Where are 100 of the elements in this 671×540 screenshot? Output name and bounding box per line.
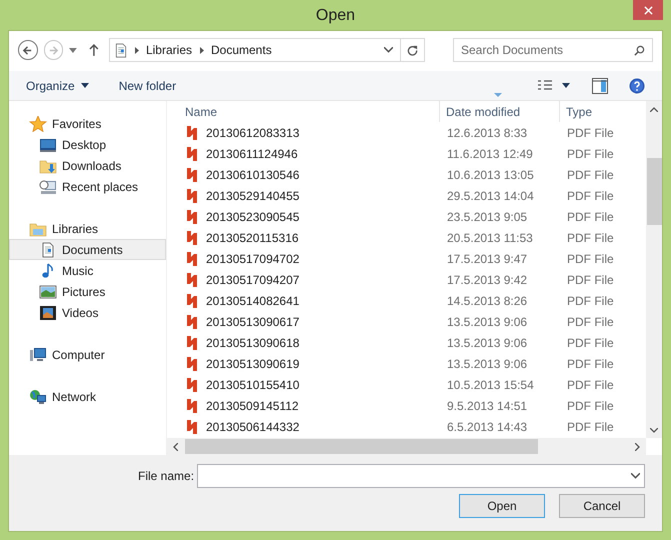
scroll-left-icon[interactable] — [173, 442, 178, 450]
file-type: PDF File — [566, 418, 614, 436]
navigation-item[interactable]: Desktop — [9, 134, 166, 155]
date-modified: 12.6.2013 8:33 — [446, 124, 528, 142]
file-type: PDF File — [566, 250, 614, 268]
file-type: PDF File — [566, 376, 614, 394]
address-bar[interactable]: Libraries Documents — [108, 38, 425, 62]
file-type: PDF File — [566, 208, 614, 226]
file-name[interactable]: 20130513090618 — [206, 334, 300, 352]
pdf-file-icon — [186, 124, 198, 140]
navigation-item[interactable]: Downloads — [9, 155, 166, 176]
pdf-file-icon — [186, 146, 198, 162]
file-name[interactable]: 20130529140455 — [206, 186, 300, 204]
file-name[interactable]: 20130520115316 — [206, 228, 299, 246]
help-icon[interactable] — [629, 78, 645, 94]
view-list-icon[interactable] — [537, 78, 553, 92]
file-name[interactable]: 20130510155410 — [206, 376, 300, 394]
navigation-item[interactable]: Recent places — [9, 176, 166, 197]
date-modified: 10.5.2013 15:54 — [446, 376, 535, 394]
column-header[interactable]: Name — [167, 101, 440, 122]
file-name[interactable]: 20130514082641 — [206, 292, 300, 310]
date-modified: 29.5.2013 14:04 — [446, 188, 535, 204]
file-name-label: File name: — [138, 468, 194, 485]
scroll-right-icon[interactable] — [635, 442, 640, 450]
new-folder-button[interactable]: New folder — [118, 76, 176, 94]
horizontal-scrollbar[interactable] — [167, 438, 646, 455]
date-modified: 20.5.2013 11:53 — [446, 230, 534, 246]
pdf-file-icon — [186, 188, 198, 204]
date-modified: 10.6.2013 13:05 — [446, 166, 535, 184]
column-header[interactable]: Date modified — [440, 101, 560, 122]
date-modified: 17.5.2013 9:42 — [446, 272, 528, 288]
file-name[interactable]: 20130517094207 — [206, 270, 300, 288]
up-arrow-icon[interactable] — [89, 44, 99, 56]
pdf-file-icon — [186, 314, 198, 330]
chevron-down-icon[interactable] — [631, 473, 640, 479]
scrollbar-thumb[interactable] — [646, 158, 662, 225]
file-type: PDF File — [566, 356, 614, 372]
file-name[interactable]: 20130517094702 — [206, 250, 300, 268]
close-icon — [644, 6, 652, 14]
breadcrumb-arrow-icon[interactable] — [200, 46, 204, 54]
refresh-icon[interactable] — [406, 44, 418, 56]
close-button[interactable] — [633, 0, 663, 20]
navigation-item[interactable]: Pictures — [9, 281, 166, 302]
caret-icon[interactable] — [562, 83, 570, 88]
file-type: PDF File — [566, 124, 614, 142]
file-name[interactable]: 20130612083313 — [206, 124, 300, 142]
forward-arrow-icon — [48, 44, 59, 56]
scroll-down-icon[interactable] — [650, 428, 658, 433]
pdf-file-icon — [186, 292, 198, 308]
pdf-file-icon — [186, 166, 198, 182]
scroll-up-icon[interactable] — [650, 107, 658, 112]
back-button[interactable] — [18, 40, 38, 60]
file-type: PDF File — [566, 272, 614, 288]
pdf-file-icon — [186, 230, 198, 246]
breadcrumb-item[interactable]: Documents — [211, 41, 272, 59]
file-name-field[interactable] — [197, 464, 646, 488]
pdf-file-icon — [186, 398, 198, 414]
file-name[interactable]: 20130506144332 — [206, 418, 300, 436]
scrollbar-thumb[interactable] — [185, 439, 538, 454]
date-modified: 13.5.2013 9:06 — [446, 314, 528, 330]
file-name[interactable]: 20130610130546 — [206, 166, 300, 184]
navigation-item[interactable]: Libraries — [9, 218, 166, 239]
file-name[interactable]: 20130523090545 — [206, 208, 300, 226]
file-name[interactable]: 20130513090619 — [206, 354, 300, 372]
pdf-file-icon — [186, 208, 198, 224]
open-button[interactable]: Open — [459, 494, 545, 518]
navigation-item[interactable]: Computer — [9, 344, 166, 365]
film-strip-icon — [39, 304, 57, 320]
pdf-file-icon — [186, 376, 198, 392]
navigation-item[interactable]: Documents — [9, 239, 166, 260]
file-name[interactable]: 20130509145112 — [206, 396, 299, 414]
window-title: Open — [316, 6, 356, 26]
date-modified: 13.5.2013 9:06 — [446, 334, 528, 352]
search-icon[interactable] — [634, 45, 645, 56]
vertical-scrollbar[interactable] — [646, 101, 662, 438]
pdf-file-icon — [186, 356, 198, 372]
file-type: PDF File — [566, 146, 614, 162]
computer-icon — [29, 346, 47, 362]
preview-pane-icon[interactable] — [592, 78, 608, 94]
recent-locations-caret-icon[interactable] — [69, 48, 78, 52]
navigation-item[interactable]: Network — [9, 386, 166, 407]
pdf-file-icon — [186, 334, 198, 350]
date-modified: 14.5.2013 8:26 — [446, 292, 528, 310]
breadcrumb-arrow-icon[interactable] — [134, 46, 139, 54]
cancel-button[interactable]: Cancel — [559, 494, 645, 518]
chevron-down-icon[interactable] — [384, 47, 393, 53]
navigation-item[interactable]: Videos — [9, 302, 166, 323]
file-type: PDF File — [566, 334, 614, 352]
navigation-item[interactable]: Favorites — [9, 113, 166, 134]
file-name[interactable]: 20130611124946 — [206, 144, 298, 162]
organize-button[interactable]: Organize — [26, 76, 89, 94]
file-name[interactable]: 20130513090617 — [206, 312, 300, 330]
file-type: PDF File — [566, 314, 614, 330]
picture-frame-icon — [39, 284, 57, 300]
sort-arrow-icon — [494, 93, 502, 97]
date-modified: 11.6.2013 12:49 — [446, 146, 534, 162]
breadcrumb-item[interactable]: Libraries — [146, 41, 192, 59]
search-field[interactable]: Search Documents — [452, 38, 653, 62]
navigation-item[interactable]: Music — [9, 260, 166, 281]
column-header[interactable]: Type — [560, 101, 646, 122]
